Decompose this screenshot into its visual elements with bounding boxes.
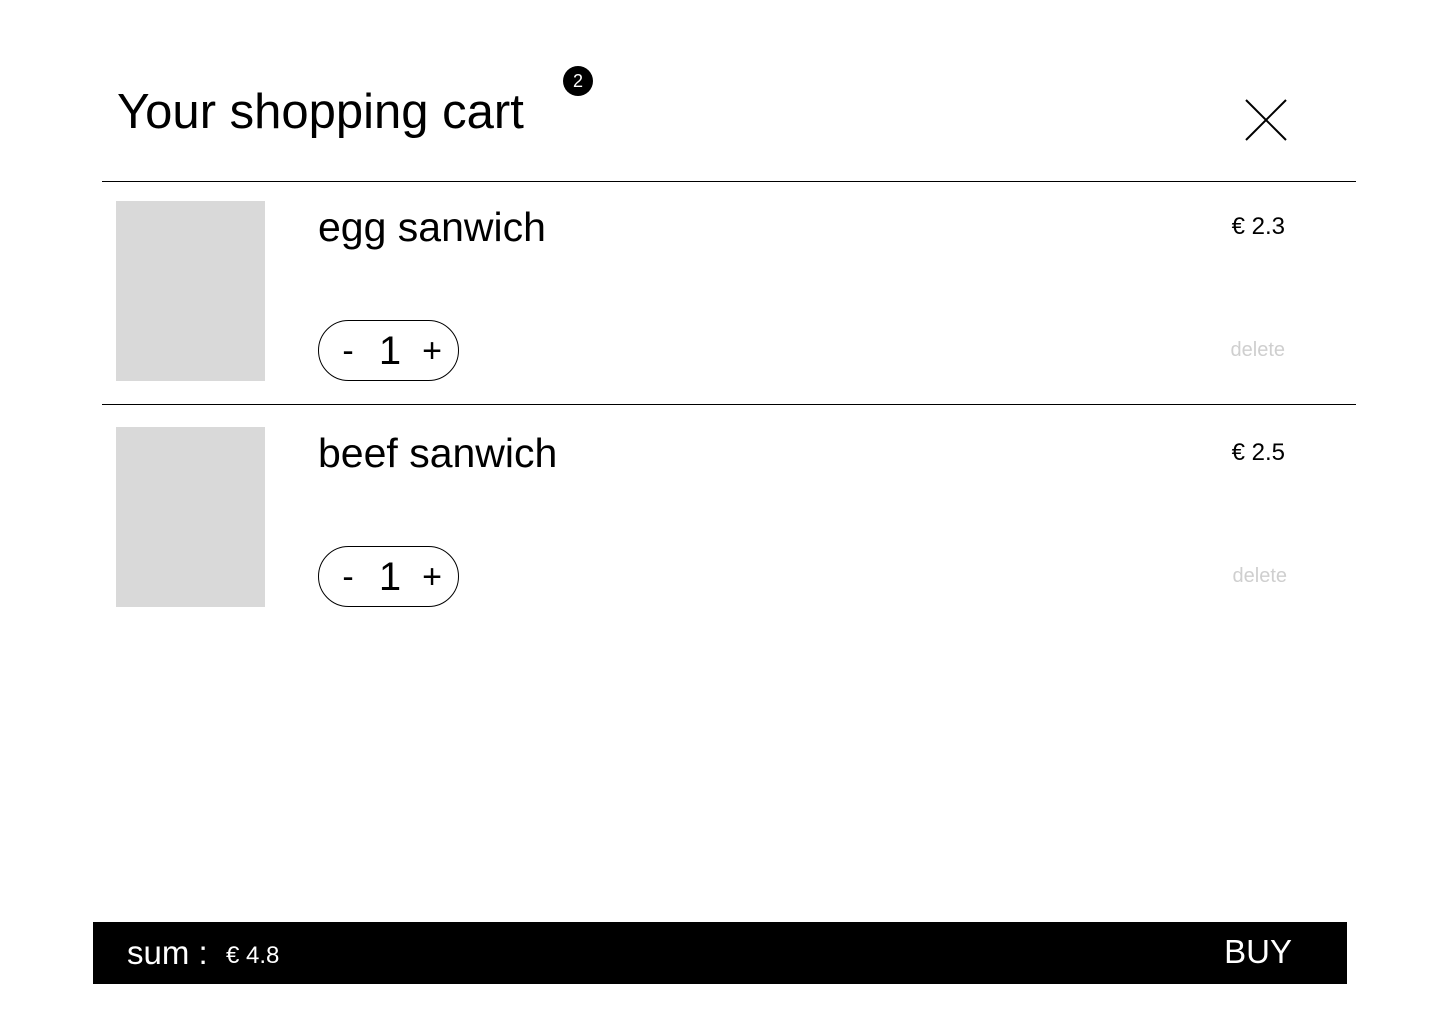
buy-button[interactable]: BUY [1224,933,1292,971]
product-name: egg sanwich [318,204,546,250]
delete-item-link[interactable]: delete [1233,564,1288,588]
page-title: Your shopping cart [117,85,524,139]
shopping-cart-page: Your shopping cart 2 egg sanwich € 2.3 -… [0,0,1440,1024]
sum-value: € 4.8 [226,942,280,969]
product-name: beef sanwich [318,430,558,476]
cart-item: egg sanwich € 2.3 - 1 + delete [0,201,1440,381]
product-price: € 2.5 [1231,439,1285,466]
quantity-stepper: - 1 + [318,546,459,607]
delete-item-link[interactable]: delete [1231,338,1286,362]
decrease-quantity-button[interactable]: - [336,557,360,597]
increase-quantity-button[interactable]: + [420,331,444,371]
product-image-placeholder [116,427,265,607]
increase-quantity-button[interactable]: + [420,557,444,597]
decrease-quantity-button[interactable]: - [336,331,360,371]
product-image-placeholder [116,201,265,381]
close-button[interactable] [1240,94,1292,146]
quantity-value: 1 [378,328,402,373]
item-divider [102,404,1356,405]
sum-label: sum : [127,934,208,971]
header-divider [102,181,1356,182]
checkout-bar: sum : € 4.8 BUY [93,922,1347,984]
quantity-value: 1 [378,554,402,599]
close-icon [1245,99,1287,141]
quantity-stepper: - 1 + [318,320,459,381]
cart-item: beef sanwich € 2.5 - 1 + delete [0,427,1440,607]
product-price: € 2.3 [1231,213,1285,240]
cart-count-badge: 2 [563,66,593,96]
